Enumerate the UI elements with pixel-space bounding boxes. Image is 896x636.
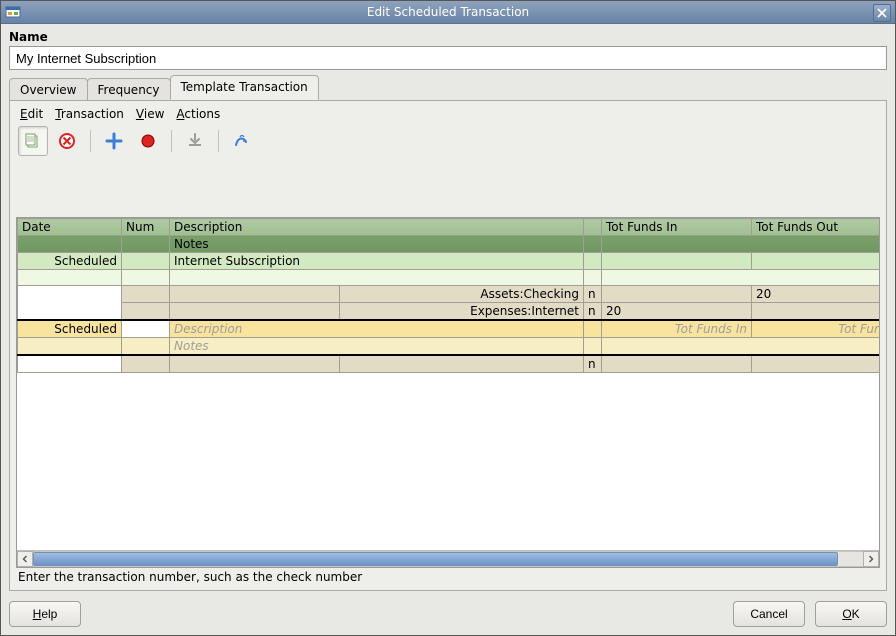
cell-r[interactable]: n: [584, 303, 602, 321]
ledger-table: Date Num Description Tot Funds In Tot Fu…: [17, 218, 879, 373]
name-label: Name: [9, 30, 887, 44]
cell-account[interactable]: Expenses:Internet: [340, 303, 584, 321]
cell-out[interactable]: [752, 303, 880, 321]
cell-num[interactable]: [122, 320, 170, 338]
horizontal-scrollbar[interactable]: [17, 550, 879, 567]
tab-overview[interactable]: Overview: [9, 78, 88, 101]
toolbar-enter-button[interactable]: [180, 126, 210, 156]
button-row: Help Cancel OK: [9, 591, 887, 627]
menu-edit[interactable]: Edit: [20, 107, 43, 121]
app-icon: [5, 4, 21, 20]
tab-frequency[interactable]: Frequency: [87, 78, 171, 101]
col-tot-out[interactable]: Tot Funds Out: [752, 219, 880, 236]
ok-button[interactable]: OK: [815, 601, 887, 627]
cell-notes[interactable]: Notes: [170, 338, 584, 356]
window-close-button[interactable]: [873, 4, 891, 22]
menu-transaction[interactable]: Transaction: [55, 107, 124, 121]
header-row: Date Num Description Tot Funds In Tot Fu…: [18, 219, 880, 236]
tx-notes-row[interactable]: [18, 270, 880, 286]
window-title: Edit Scheduled Transaction: [367, 5, 529, 19]
cell-description[interactable]: Internet Subscription: [170, 253, 584, 270]
duplicate-icon: [23, 131, 43, 151]
ledger-empty-area: [17, 373, 879, 550]
cell-r[interactable]: n: [584, 355, 602, 373]
toolbar-separator: [171, 130, 172, 152]
cell-out[interactable]: 20: [752, 286, 880, 303]
toolbar: [16, 125, 880, 159]
menu-view[interactable]: View: [136, 107, 164, 121]
split-row[interactable]: Assets:Checking n 20: [18, 286, 880, 303]
col-tot-in[interactable]: Tot Funds In: [602, 219, 752, 236]
split-row-blank[interactable]: n: [18, 355, 880, 373]
cell-out[interactable]: [752, 253, 880, 270]
menubar: Edit Transaction View Actions: [16, 105, 880, 125]
cell-r[interactable]: n: [584, 286, 602, 303]
cell-in[interactable]: [602, 286, 752, 303]
cell-date[interactable]: Scheduled: [18, 253, 122, 270]
dialog-content: Name Overview Frequency Template Transac…: [1, 24, 895, 635]
window: Edit Scheduled Transaction Name Overview…: [0, 0, 896, 636]
tx-notes-row-blank[interactable]: Notes: [18, 338, 880, 356]
add-split-icon: [104, 131, 124, 151]
split-row[interactable]: Expenses:Internet n 20: [18, 303, 880, 321]
scroll-thumb[interactable]: [33, 552, 838, 566]
titlebar: Edit Scheduled Transaction: [1, 1, 895, 24]
cell-date[interactable]: Scheduled: [18, 320, 122, 338]
toolbar-add-split-button[interactable]: [99, 126, 129, 156]
cell-in[interactable]: [602, 253, 752, 270]
scroll-right-button[interactable]: [863, 551, 879, 567]
tab-strip: Overview Frequency Template Transaction: [9, 76, 887, 100]
cell-out[interactable]: Tot Funds Out: [752, 320, 880, 338]
menu-actions[interactable]: Actions: [176, 107, 220, 121]
toolbar-separator: [90, 130, 91, 152]
scroll-left-button[interactable]: [17, 551, 33, 567]
col-notes[interactable]: Notes: [170, 236, 584, 253]
scroll-track[interactable]: [33, 551, 863, 567]
chevron-left-icon: [21, 555, 29, 563]
toolbar-delete-button[interactable]: [52, 126, 82, 156]
record-icon: [138, 131, 158, 151]
cell-r[interactable]: [584, 253, 602, 270]
ledger: Date Num Description Tot Funds In Tot Fu…: [16, 217, 880, 568]
close-icon: [877, 8, 887, 18]
ledger-scroll[interactable]: Date Num Description Tot Funds In Tot Fu…: [17, 218, 879, 550]
delete-icon: [57, 131, 77, 151]
hint-text: Enter the transaction number, such as th…: [16, 568, 880, 584]
help-button[interactable]: Help: [9, 601, 81, 627]
cell-account[interactable]: Assets:Checking: [340, 286, 584, 303]
cell-description[interactable]: Description: [170, 320, 584, 338]
col-date[interactable]: Date: [18, 219, 122, 236]
toolbar-duplicate-button[interactable]: [18, 126, 48, 156]
cancel-button[interactable]: Cancel: [733, 601, 805, 627]
toolbar-separator: [218, 130, 219, 152]
toolbar-jump-button[interactable]: [227, 126, 257, 156]
enter-icon: [185, 131, 205, 151]
tab-template-transaction[interactable]: Template Transaction: [170, 75, 319, 100]
cell-in[interactable]: 20: [602, 303, 752, 321]
cell-in[interactable]: Tot Funds In: [602, 320, 752, 338]
toolbar-record-button[interactable]: [133, 126, 163, 156]
col-num[interactable]: Num: [122, 219, 170, 236]
jump-icon: [232, 131, 252, 151]
cell-out[interactable]: [752, 355, 880, 373]
col-description[interactable]: Description: [170, 219, 584, 236]
cell-notes[interactable]: [170, 270, 584, 286]
tab-page-template-transaction: Edit Transaction View Actions: [9, 100, 887, 591]
name-input[interactable]: [9, 46, 887, 70]
col-r[interactable]: [584, 219, 602, 236]
tx-row-blank[interactable]: Scheduled Description Tot Funds In Tot F…: [18, 320, 880, 338]
tx-row[interactable]: Scheduled Internet Subscription: [18, 253, 880, 270]
chevron-right-icon: [867, 555, 875, 563]
cell-account[interactable]: [340, 355, 584, 373]
cell-in[interactable]: [602, 355, 752, 373]
cell-num[interactable]: [122, 253, 170, 270]
header-row-2: Notes: [18, 236, 880, 253]
